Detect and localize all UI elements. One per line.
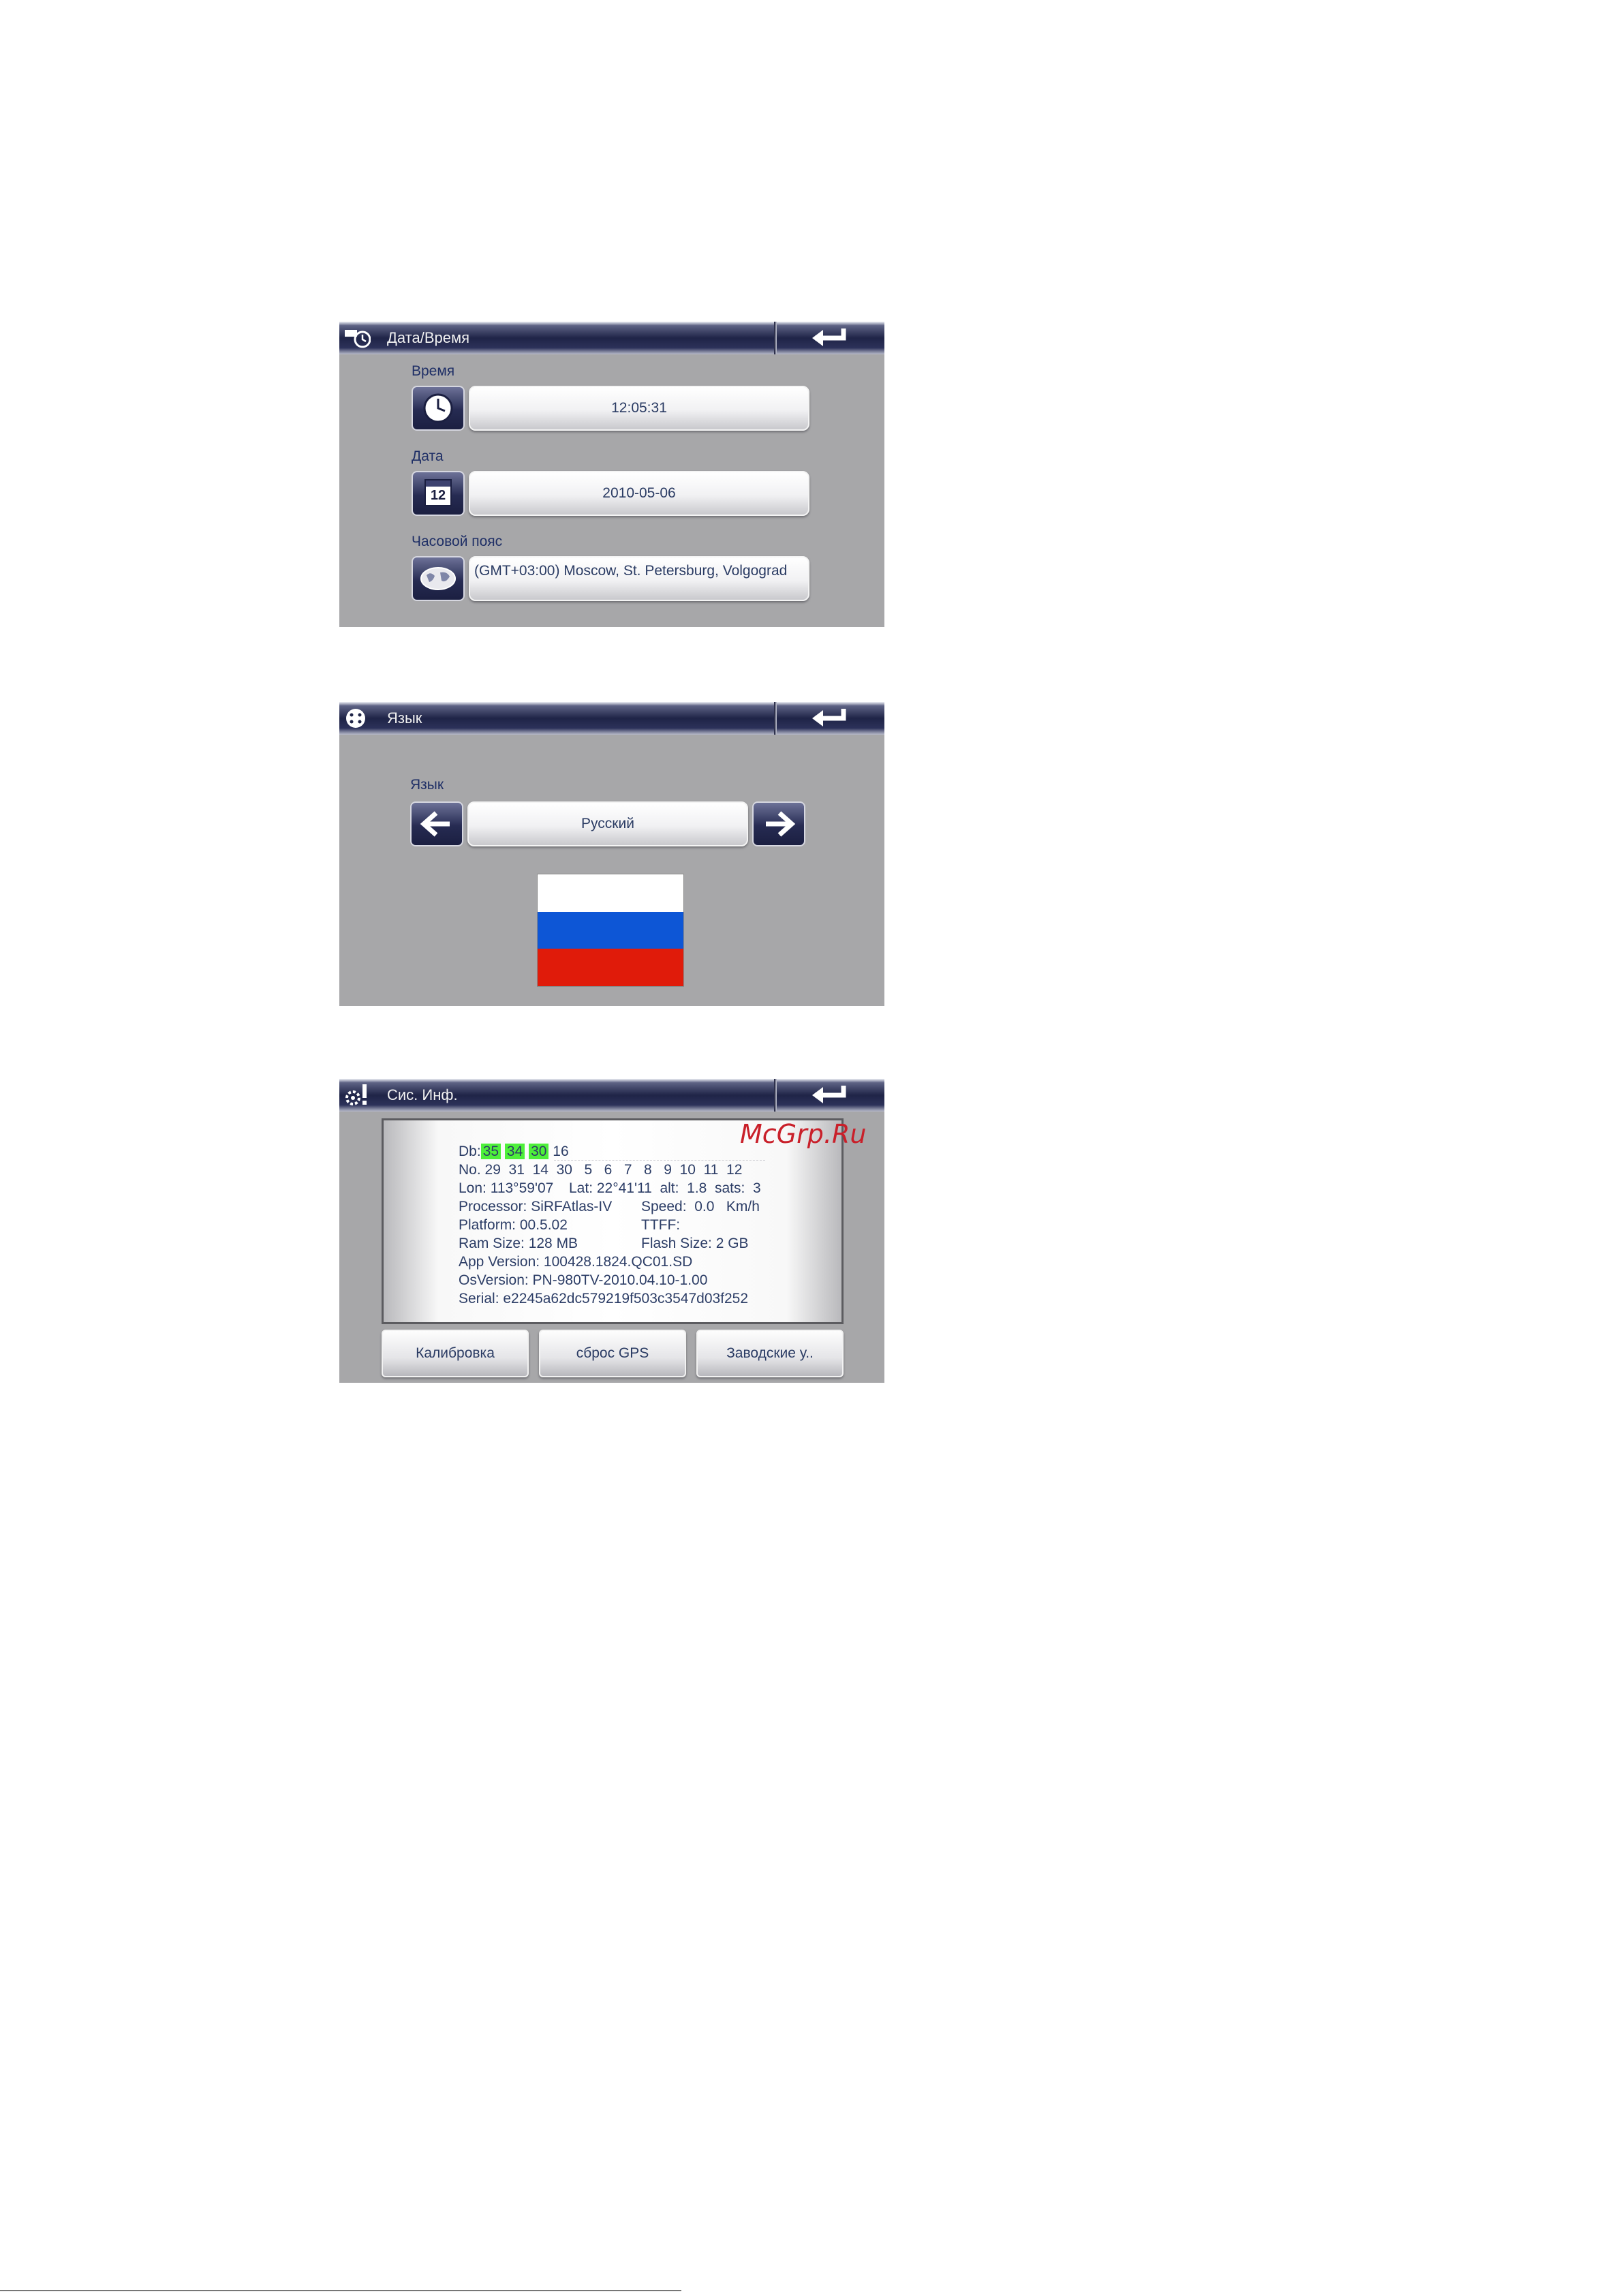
- title-divider: [774, 1079, 777, 1112]
- back-arrow-icon: [812, 709, 846, 726]
- flag-stripe-blue: [538, 911, 683, 949]
- ram-size: Ram Size: 128 MB: [459, 1236, 578, 1251]
- screen-title: Сис. Инф.: [387, 1086, 458, 1103]
- language-app-icon: [343, 706, 368, 731]
- date-label: Дата: [412, 448, 444, 464]
- speed: Speed: 0.0 Km/h: [641, 1199, 760, 1214]
- signal-strength-track: [554, 1146, 765, 1161]
- db-label: Db:: [459, 1144, 481, 1159]
- serial-number: Serial: e2245a62dc579219f503c3547d03f252: [459, 1291, 749, 1306]
- memory-line: Ram Size: 128 MB Flash Size: 2 GB: [459, 1236, 749, 1252]
- world-map-icon: [420, 567, 456, 590]
- language-field: Русский: [467, 801, 748, 846]
- time-label: Время: [412, 363, 455, 379]
- datetime-app-icon: [343, 326, 371, 350]
- screen-title: Дата/Время: [387, 329, 470, 346]
- previous-language-button[interactable]: [410, 801, 463, 846]
- time-icon-button[interactable]: [412, 386, 465, 431]
- timezone-field[interactable]: (GMT+03:00) Moscow, St. Petersburg, Volg…: [469, 556, 809, 601]
- position-line: Lon: 113°59'07 Lat: 22°41'11 alt: 1.8 sa…: [459, 1180, 761, 1197]
- back-button[interactable]: [796, 705, 871, 732]
- db-line: Db: 35 34 30 16: [459, 1144, 569, 1160]
- timezone-label: Часовой пояс: [412, 534, 503, 549]
- title-divider: [774, 702, 777, 735]
- timezone-icon-button[interactable]: [412, 556, 465, 601]
- title-bar: Дата/Время: [339, 322, 884, 354]
- calendar-icon: 12: [424, 479, 452, 506]
- longitude: Lon: 113°59'07: [459, 1180, 554, 1196]
- clock-icon: [423, 393, 453, 423]
- calibration-button[interactable]: Калибровка: [382, 1330, 529, 1377]
- back-arrow-icon: [812, 1086, 846, 1103]
- app-version: App Version: 100428.1824.QC01.SD: [459, 1254, 693, 1270]
- flag-stripe-red: [538, 949, 683, 986]
- flash-size: Flash Size: 2 GB: [641, 1236, 749, 1251]
- language-screen: Язык Язык Русский: [339, 702, 884, 1006]
- platform: Platform: 00.5.02: [459, 1217, 568, 1233]
- language-label: Язык: [410, 777, 444, 793]
- title-divider: [774, 322, 777, 354]
- reset-gps-button[interactable]: сброс GPS: [539, 1330, 686, 1377]
- back-button[interactable]: [796, 324, 871, 352]
- processor: Processor: SiRFAtlas-IV: [459, 1199, 613, 1214]
- footer-rule: [0, 2290, 681, 2291]
- satellite-numbers: No. 29 31 14 30 5 6 7 8 9 10 11 12: [459, 1162, 743, 1178]
- factory-settings-button[interactable]: Заводские у..: [696, 1330, 844, 1377]
- back-arrow-icon: [812, 328, 846, 346]
- db-value: 16: [553, 1144, 569, 1159]
- ttff: TTFF:: [641, 1217, 681, 1233]
- lat-alt-sats: Lat: 22°41'11 alt: 1.8 sats: 3: [569, 1180, 761, 1196]
- arrow-left-icon: [420, 811, 450, 837]
- russian-flag: [537, 874, 684, 987]
- db-value: 34: [504, 1144, 525, 1159]
- db-value: 35: [480, 1144, 501, 1159]
- title-bar: Язык: [339, 702, 884, 735]
- flag-stripe-white: [538, 874, 683, 912]
- db-value: 30: [529, 1144, 549, 1159]
- system-info-panel: Db: 35 34 30 16 No. 29 31 14 30 5 6 7 8 9…: [382, 1118, 844, 1324]
- datetime-screen: Дата/Время Время 12:05:31 Дата 12 2010-0…: [339, 322, 884, 627]
- back-button[interactable]: [796, 1082, 871, 1109]
- os-version: OsVersion: PN-980TV-2010.04.10-1.00: [459, 1272, 708, 1288]
- title-bar: Сис. Инф.: [339, 1079, 884, 1112]
- sysinfo-app-icon: [343, 1083, 368, 1107]
- date-icon-button[interactable]: 12: [412, 471, 465, 516]
- time-field[interactable]: 12:05:31: [469, 386, 809, 431]
- calendar-day: 12: [430, 488, 446, 503]
- platform-line: Platform: 00.5.02 TTFF:: [459, 1217, 680, 1234]
- watermark: McGrp.Ru: [740, 1119, 867, 1149]
- processor-line: Processor: SiRFAtlas-IV Speed: 0.0 Km/h: [459, 1199, 760, 1215]
- screen-title: Язык: [387, 709, 422, 726]
- date-field[interactable]: 2010-05-06: [469, 471, 809, 516]
- next-language-button[interactable]: [752, 801, 805, 846]
- arrow-right-icon: [766, 811, 796, 837]
